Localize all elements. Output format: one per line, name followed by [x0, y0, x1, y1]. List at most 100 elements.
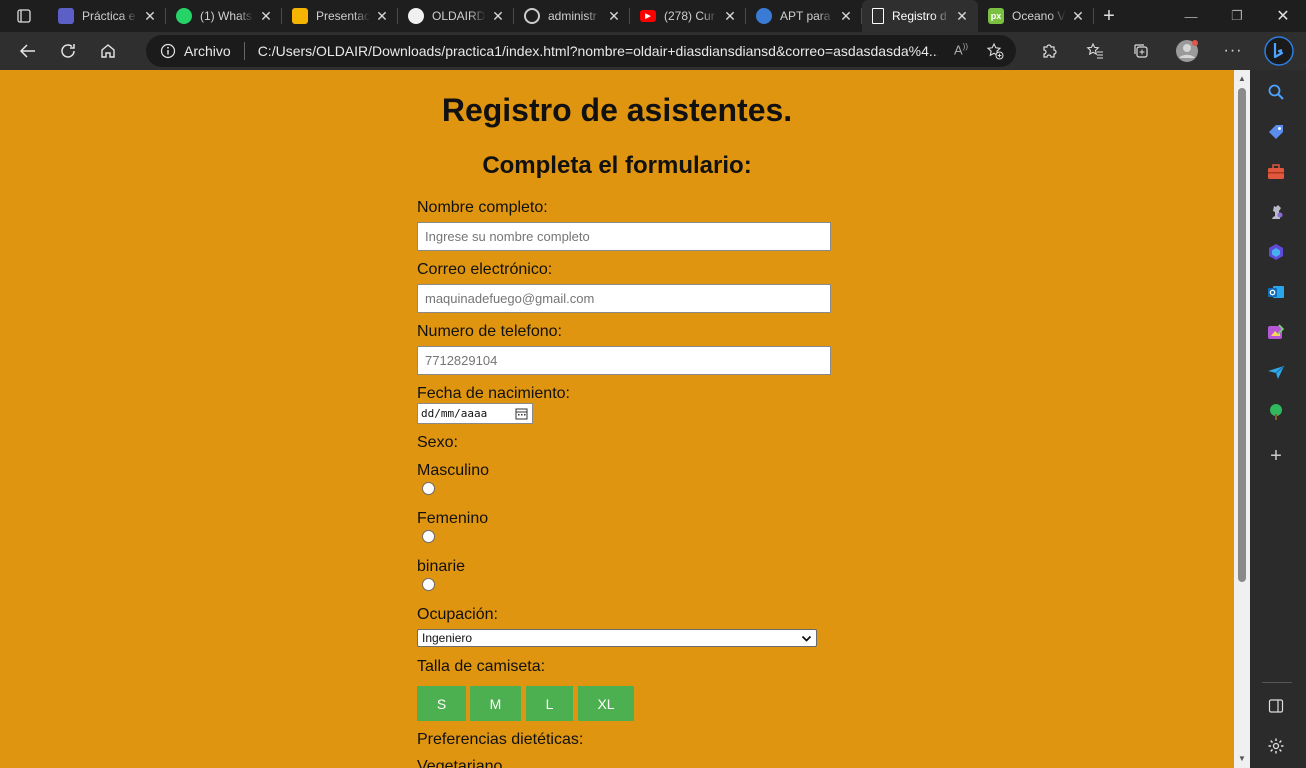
favorites-icon — [1086, 42, 1103, 59]
close-icon: ✕ — [1276, 8, 1290, 25]
sidebar-games-button[interactable] — [1264, 200, 1288, 224]
google-icon — [524, 8, 540, 24]
sexo-option-label: Femenino — [417, 510, 489, 527]
close-tab-icon[interactable]: ✕ — [142, 8, 158, 25]
plus-icon: + — [1270, 444, 1282, 467]
browser-tab[interactable]: Registro d ✕ — [862, 0, 978, 32]
ocupacion-select[interactable]: Ingeniero — [417, 629, 817, 647]
masculino-radio[interactable] — [422, 482, 435, 495]
tab-title: Práctica e — [82, 9, 136, 23]
url-text[interactable]: C:/Users/OLDAIR/Downloads/practica1/inde… — [258, 43, 938, 59]
sidebar-search-button[interactable] — [1264, 80, 1288, 104]
close-tab-icon[interactable]: ✕ — [374, 8, 390, 25]
restore-button[interactable]: ❐ — [1214, 0, 1260, 32]
address-separator — [243, 42, 245, 60]
read-aloud-icon[interactable]: A)) — [954, 42, 968, 57]
address-bar[interactable]: Archivo C:/Users/OLDAIR/Downloads/practi… — [146, 35, 1016, 67]
browser-tab[interactable]: Práctica e ✕ — [48, 0, 166, 32]
sidebar-add-button[interactable]: + — [1264, 444, 1288, 468]
page-title: Registro de asistentes. — [441, 92, 793, 128]
close-tab-icon[interactable]: ✕ — [490, 8, 506, 25]
favorites-button[interactable] — [1072, 32, 1118, 70]
settings-more-button[interactable]: ··· — [1210, 32, 1256, 70]
size-l-button[interactable]: L — [526, 686, 573, 721]
correo-input[interactable]: maquinadefuego@gmail.com — [417, 284, 831, 313]
close-tab-icon[interactable]: ✕ — [838, 8, 854, 25]
close-tab-icon[interactable]: ✕ — [722, 8, 738, 25]
toolbox-icon — [1268, 164, 1284, 179]
minimize-button[interactable]: — — [1168, 0, 1214, 32]
bing-icon — [1264, 36, 1294, 66]
tab-strip: Práctica e ✕ (1) Whats ✕ Presentac ✕ OLDAIRD ✕ a… — [0, 0, 1306, 32]
size-s-button[interactable]: S — [417, 686, 466, 721]
site-info-label[interactable]: Archivo — [184, 43, 231, 59]
sidebar-copilot-button[interactable] — [1264, 240, 1288, 264]
page-scrollbar[interactable]: ▲ ▼ — [1234, 70, 1250, 768]
profile-button[interactable] — [1164, 32, 1210, 70]
telefono-placeholder: 7712829104 — [425, 353, 498, 368]
home-button[interactable] — [88, 32, 128, 70]
preferencias-label: Preferencias dietéticas: — [417, 731, 584, 748]
new-tab-button[interactable]: + — [1094, 0, 1124, 32]
reload-button[interactable] — [48, 32, 88, 70]
globe-icon — [756, 8, 772, 24]
search-icon — [1268, 84, 1284, 100]
size-m-button[interactable]: M — [470, 686, 521, 721]
sidebar-drop-button[interactable] — [1264, 360, 1288, 384]
close-tab-icon[interactable]: ✕ — [1070, 8, 1086, 25]
extensions-button[interactable] — [1026, 32, 1072, 70]
scroll-up-icon[interactable]: ▲ — [1237, 74, 1247, 84]
form-subtitle: Completa el formulario: — [482, 152, 752, 179]
page-icon — [872, 8, 884, 24]
tab-title: Oceano V — [1012, 9, 1066, 23]
browser-tab[interactable]: APT para ✕ — [746, 0, 862, 32]
scroll-down-icon[interactable]: ▼ — [1237, 754, 1247, 764]
outlook-icon — [1268, 286, 1284, 298]
sidebar-tools-button[interactable] — [1264, 160, 1288, 184]
tab-actions-button[interactable] — [0, 0, 48, 32]
browser-tab[interactable]: administr ✕ — [514, 0, 630, 32]
browser-tab[interactable]: (1) Whats ✕ — [166, 0, 282, 32]
calendar-icon[interactable] — [515, 407, 528, 420]
collections-icon — [1134, 44, 1148, 58]
browser-tab[interactable]: px Oceano V ✕ — [978, 0, 1094, 32]
talla-label: Talla de camiseta: — [417, 658, 546, 675]
close-tab-icon[interactable]: ✕ — [954, 8, 970, 25]
size-xl-button[interactable]: XL — [578, 686, 634, 721]
ocupacion-label: Ocupación: — [417, 606, 498, 623]
femenino-radio[interactable] — [422, 530, 435, 543]
tab-title: OLDAIRD — [432, 9, 486, 23]
tab-title: administr — [548, 9, 597, 23]
sexo-option-label: Masculino — [417, 462, 490, 479]
browser-tab[interactable]: Presentac ✕ — [282, 0, 398, 32]
binarie-radio[interactable] — [422, 578, 435, 591]
scroll-thumb[interactable] — [1238, 88, 1246, 582]
sidebar-hide-button[interactable] — [1264, 694, 1288, 718]
browser-tab[interactable]: OLDAIRD ✕ — [398, 0, 514, 32]
sidebar-tree-button[interactable] — [1264, 400, 1288, 424]
sidebar-settings-button[interactable] — [1264, 734, 1288, 758]
whatsapp-icon — [176, 8, 192, 24]
close-tab-icon[interactable]: ✕ — [606, 8, 622, 25]
close-tab-icon[interactable]: ✕ — [258, 8, 274, 25]
youtube-icon: ▶ — [640, 10, 656, 22]
sidebar-shopping-button[interactable] — [1264, 120, 1288, 144]
close-window-button[interactable]: ✕ — [1260, 0, 1306, 32]
sidebar-outlook-button[interactable] — [1264, 280, 1288, 304]
sexo-label: Sexo: — [417, 434, 458, 451]
browser-tab[interactable]: ▶ (278) Cur ✕ — [630, 0, 746, 32]
restore-icon: ❐ — [1231, 8, 1243, 23]
tab-title: Presentac — [316, 9, 370, 23]
add-favorite-icon[interactable] — [986, 42, 1004, 60]
sidebar-designer-button[interactable] — [1264, 320, 1288, 344]
tab-title: APT para — [780, 9, 831, 23]
reload-icon — [61, 44, 75, 58]
telefono-input[interactable]: 7712829104 — [417, 346, 831, 375]
fecha-input[interactable]: dd/mm/aaaa — [417, 403, 533, 424]
nombre-input[interactable]: Ingrese su nombre completo — [417, 222, 831, 251]
bing-button[interactable] — [1256, 32, 1302, 70]
more-icon: ··· — [1223, 42, 1243, 59]
collections-button[interactable] — [1118, 32, 1164, 70]
back-button[interactable] — [8, 32, 48, 70]
chevron-down-icon — [801, 635, 812, 642]
